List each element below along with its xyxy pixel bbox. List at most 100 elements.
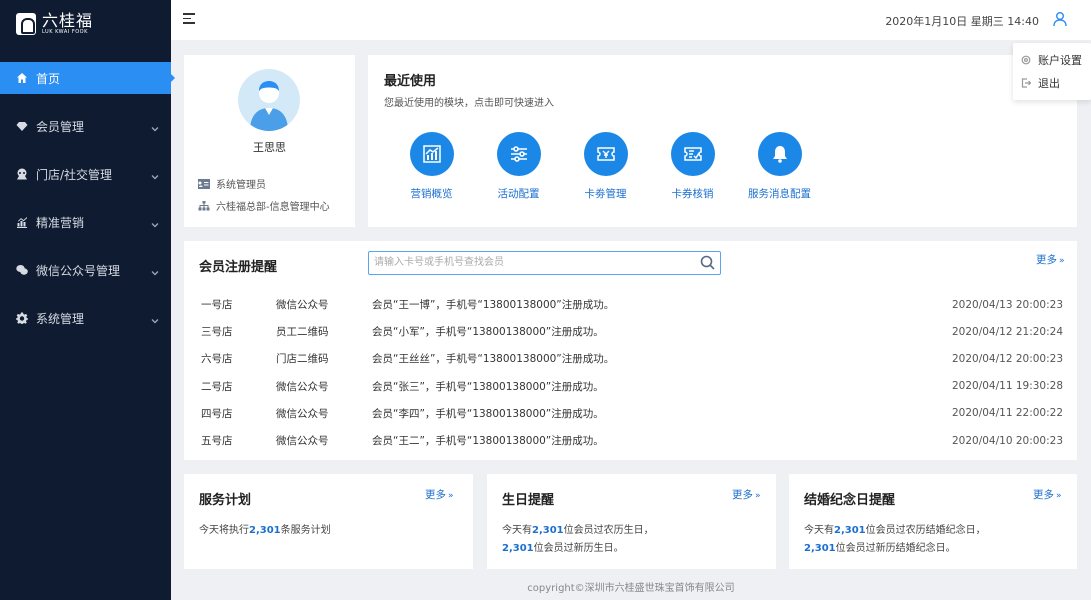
search-icon[interactable] [700,255,715,270]
store-name: 五号店 [201,435,233,448]
module-coupon-redeem[interactable]: 卡券核销 [649,132,736,201]
coupon-icon [583,132,628,176]
top-bar: 2020年1月10日 星期三 14:40 [171,0,1091,40]
wechat-icon [16,264,28,276]
module-service-message[interactable]: 服务消息配置 [736,132,823,201]
list-item[interactable]: 二号店 微信公众号 会员“张三”，手机号“13800138000”注册成功。 2… [201,373,1063,400]
account-settings-menu-item[interactable]: 账户设置 [1013,48,1091,71]
profile-card: 王思思 系统管理员 六桂福总部-信息管理中心 [184,55,355,227]
list-item[interactable]: 三号店 员工二维码 会员“小军”，手机号“13800138000”注册成功。 2… [201,318,1063,345]
message: 会员“李四”，手机号“13800138000”注册成功。 [372,407,604,420]
sidebar-nav: 首页 会员管理 门店/社交管理 精准营销 微信公众号管理 系统管理 [0,62,175,350]
sliders-icon [496,132,541,176]
anniversary-solar-line: 2,301位会员过新历结婚纪念日。 [804,539,956,554]
sidebar-item-stores[interactable]: 门店/社交管理 [0,158,171,190]
section-title: 最近使用 [384,74,437,89]
message: 会员“王一博”，手机号“13800138000”注册成功。 [372,299,615,312]
gear-icon [16,312,28,324]
more-link[interactable]: 更多» [425,487,454,502]
avatar[interactable] [238,69,300,131]
sidebar-item-marketing[interactable]: 精准营销 [0,206,171,238]
more-link-label: 更多 [732,489,753,501]
more-link[interactable]: 更多» [1036,252,1065,267]
member-search-input[interactable] [369,252,689,273]
more-link-label: 更多 [1033,489,1054,501]
section-title: 会员注册提醒 [199,260,278,275]
store-name: 一号店 [201,299,233,312]
module-marketing-overview[interactable]: 营销概览 [388,132,475,201]
sidebar-item-system[interactable]: 系统管理 [0,302,171,334]
module-activity-config[interactable]: 活动配置 [475,132,562,201]
logo-mark-icon [16,13,36,35]
summary-text: 位会员过新历生日。 [533,543,624,554]
sidebar-item-label: 首页 [36,71,61,86]
sidebar-item-label: 门店/社交管理 [36,167,113,182]
member-search [368,251,721,275]
chevron-down-icon[interactable] [151,122,159,132]
lunar-birthday-count[interactable]: 2,301 [532,525,564,536]
list-item[interactable]: 四号店 微信公众号 会员“李四”，手机号“13800138000”注册成功。 2… [201,400,1063,427]
id-card-icon [198,178,210,189]
more-link-label: 更多 [425,489,446,501]
timestamp: 2020/04/11 19:30:28 [951,380,1063,393]
summary-text: 今天有 [502,525,532,536]
trend-chart-icon [409,132,454,176]
anniversary-reminder-card: 结婚纪念日提醒 更多» 今天有2,301位会员过农历结婚纪念日， 2,301位会… [789,474,1077,569]
brand-logo[interactable]: 六桂福 LUK KWAI FOOK [16,11,93,37]
chevron-down-icon[interactable] [151,218,159,228]
birthday-lunar-line: 今天有2,301位会员过农历生日， [502,521,654,536]
message: 会员“张三”，手机号“13800138000”注册成功。 [372,380,604,393]
logout-menu-item[interactable]: 退出 [1013,71,1091,94]
menu-item-label: 退出 [1038,76,1060,90]
double-chevron-right-icon: » [1056,491,1062,501]
service-plan-count[interactable]: 2,301 [249,525,281,536]
summary-text: 位会员过新历结婚纪念日。 [835,543,956,554]
sidebar-item-wechat[interactable]: 微信公众号管理 [0,254,171,286]
store-name: 三号店 [201,326,233,339]
channel: 微信公众号 [276,299,329,312]
more-link[interactable]: 更多» [1033,487,1062,502]
solar-anniversary-count[interactable]: 2,301 [804,543,836,554]
message: 会员“王二”，手机号“13800138000”注册成功。 [372,435,604,448]
sidebar-item-label: 精准营销 [36,215,85,230]
module-label: 卡劵管理 [584,188,627,200]
timestamp: 2020/04/12 21:20:24 [951,325,1063,338]
profile-name: 王思思 [253,141,286,154]
chevron-down-icon[interactable] [151,170,159,180]
menu-toggle-icon[interactable] [183,13,195,25]
module-label: 卡券核销 [671,188,714,200]
menu-item-label: 账户设置 [1038,53,1082,67]
module-label: 营销概览 [410,188,453,200]
section-subtitle: 您最近使用的模块，点击即可快速进入 [384,98,554,109]
summary-text: 位会员过农历结婚纪念日， [865,525,986,536]
store-name: 六号店 [201,353,233,366]
chevron-down-icon[interactable] [151,266,159,276]
list-item[interactable]: 六号店 门店二维码 会员“王丝丝”，手机号“13800138000”注册成功。 … [201,345,1063,372]
module-label: 活动配置 [497,188,540,200]
channel: 门店二维码 [276,353,329,366]
store-name: 二号店 [201,380,233,393]
message: 会员“小军”，手机号“13800138000”注册成功。 [372,326,604,339]
sidebar-item-label: 系统管理 [36,311,85,326]
double-chevron-right-icon: » [448,491,454,501]
timestamp: 2020/04/13 20:00:23 [951,298,1063,311]
more-link-label: 更多 [1036,254,1057,266]
solar-birthday-count[interactable]: 2,301 [502,543,534,554]
sidebar-item-home[interactable]: 首页 [0,62,175,94]
lunar-anniversary-count[interactable]: 2,301 [834,525,866,536]
recent-modules-card: 最近使用 您最近使用的模块，点击即可快速进入 营销概览 活动配置 卡劵管理 卡券… [368,55,1077,227]
timestamp: 2020/04/11 22:00:22 [951,407,1063,420]
user-icon[interactable] [1052,11,1068,27]
module-coupon-management[interactable]: 卡劵管理 [562,132,649,201]
chevron-down-icon[interactable] [151,314,159,324]
sidebar-item-members[interactable]: 会员管理 [0,110,171,142]
list-item[interactable]: 五号店 微信公众号 会员“王二”，手机号“13800138000”注册成功。 2… [201,427,1063,454]
list-item[interactable]: 一号店 微信公众号 会员“王一博”，手机号“13800138000”注册成功。 … [201,291,1063,318]
channel: 微信公众号 [276,435,329,448]
timestamp: 2020/04/10 20:00:23 [951,434,1063,447]
footer-copyright: copyright©深圳市六桂盛世珠宝首饰有限公司 [527,583,735,594]
more-link[interactable]: 更多» [732,487,761,502]
diamond-icon [16,120,28,132]
bell-icon [757,132,802,176]
user-dropdown-menu: 账户设置 退出 [1013,43,1091,100]
